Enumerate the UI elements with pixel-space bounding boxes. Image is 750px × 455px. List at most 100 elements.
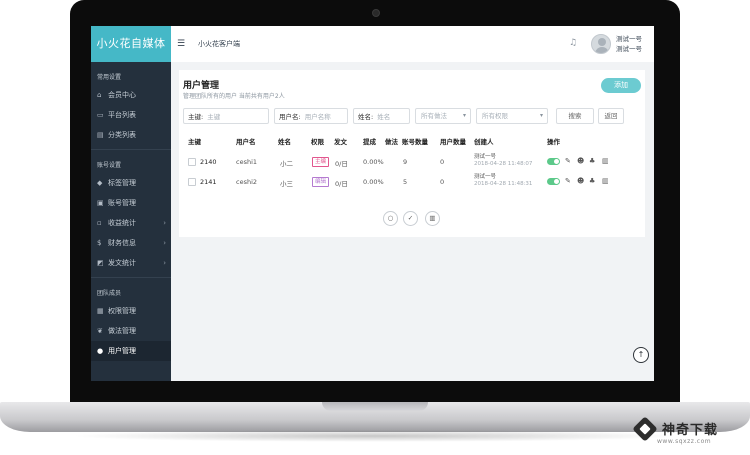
cell-username: ceshi2	[236, 178, 258, 186]
sidebar: 小火花自媒体 常用设置 ⌂ 会员中心 ▭ 平台列表 ▤ 分类列表 账号设置 ◆ …	[91, 26, 171, 381]
chevron-right-icon: ›	[163, 259, 166, 267]
sidebar-item-label: 收益统计	[108, 219, 136, 227]
method-select-value: 所有做法	[421, 112, 447, 120]
cell-id: 2140	[200, 158, 217, 166]
row-checkbox[interactable]	[188, 178, 196, 186]
col-header-account-count: 账号数量	[402, 138, 428, 146]
back-button[interactable]: 返回	[598, 108, 624, 124]
menu-toggle-icon[interactable]: ☰	[177, 39, 185, 49]
status-toggle[interactable]	[547, 178, 560, 185]
group-icon[interactable]: ♣	[589, 157, 595, 165]
cell-username: ceshi1	[236, 158, 258, 166]
bulk-edit-button[interactable]: ✓	[403, 211, 418, 226]
col-header-id: 主键	[188, 138, 201, 146]
name-filter-label: 姓名:	[358, 113, 374, 121]
page-subtitle: 管理团队所有的用户 当前共有用户2人	[183, 93, 285, 100]
sidebar-item-member-center[interactable]: ⌂ 会员中心	[91, 85, 171, 105]
top-bar: ☰ 小火花客户端 ♫ 测试一号 测试一号	[171, 26, 654, 62]
chevron-right-icon: ›	[163, 239, 166, 247]
watermark-logo-icon	[632, 415, 658, 442]
sidebar-item-platform-list[interactable]: ▭ 平台列表	[91, 105, 171, 125]
sidebar-item-label: 会员中心	[108, 91, 136, 99]
sidebar-item-account-manage[interactable]: ▣ 账号管理	[91, 193, 171, 213]
trash-icon[interactable]: ▥	[602, 177, 609, 185]
user-add-icon[interactable]: ☻	[577, 177, 584, 185]
sidebar-item-label: 发文统计	[108, 259, 136, 267]
back-to-top-button[interactable]: ↑	[633, 347, 649, 363]
col-header-creator: 创建人	[474, 138, 494, 146]
camera-dot	[372, 9, 380, 17]
sidebar-item-label: 账号管理	[108, 199, 136, 207]
laptop-mockup: 小火花自媒体 常用设置 ⌂ 会员中心 ▭ 平台列表 ▤ 分类列表 账号设置 ◆ …	[0, 0, 750, 455]
search-button[interactable]: 搜索	[556, 108, 594, 124]
name-filter-placeholder: 姓名	[377, 113, 391, 121]
row-checkbox[interactable]	[188, 158, 196, 166]
laptop-shadow	[70, 430, 680, 442]
user-icon: ●	[97, 347, 104, 355]
briefcase-icon: ▦	[97, 307, 104, 315]
sidebar-item-label: 用户管理	[108, 347, 136, 355]
laptop-notch	[322, 402, 428, 411]
username-filter-label: 用户名:	[279, 113, 301, 121]
key-filter-label: 主键:	[188, 113, 204, 121]
sidebar-section-title: 账号设置	[97, 162, 122, 169]
created-time: 2018-04-28 11:48:31	[474, 181, 533, 187]
role-badge: 主编	[312, 157, 330, 167]
sidebar-item-post-stats[interactable]: ◩ 发文统计 ›	[91, 253, 171, 273]
dollar-icon: $	[97, 239, 102, 247]
cell-creator: 测试一号 2018-04-28 11:48:07	[474, 154, 532, 168]
edit-icon[interactable]: ✎	[565, 157, 571, 165]
sidebar-section-title: 常用设置	[97, 74, 122, 81]
chevron-right-icon: ›	[163, 219, 166, 227]
list-icon: ▤	[97, 131, 104, 139]
permission-select-value: 所有权限	[482, 112, 508, 120]
sidebar-item-income-stats[interactable]: ▫ 收益统计 ›	[91, 213, 171, 233]
caret-down-icon: ▾	[462, 112, 466, 119]
edit-icon[interactable]: ✎	[565, 177, 571, 185]
watermark: 神奇下载	[632, 415, 718, 442]
col-header-name: 姓名	[278, 138, 291, 146]
tag-icon: ◆	[97, 179, 103, 187]
key-filter[interactable]: 主键: 主键	[183, 108, 269, 124]
sidebar-item-user-manage[interactable]: ● 用户管理	[91, 341, 171, 361]
watermark-url: www.sqxzz.com	[657, 438, 712, 445]
sidebar-item-permission-manage[interactable]: ▦ 权限管理	[91, 301, 171, 321]
user-add-icon[interactable]: ☻	[577, 157, 584, 165]
user-info[interactable]: 测试一号 测试一号	[616, 34, 642, 54]
cell-posts: 0/日	[335, 160, 348, 168]
name-filter[interactable]: 姓名: 姓名	[353, 108, 410, 124]
cell-posts: 0/日	[335, 180, 348, 188]
method-select[interactable]: 所有做法 ▾	[415, 108, 471, 124]
chart-icon: ◩	[97, 259, 104, 267]
group-icon[interactable]: ♣	[589, 177, 595, 185]
sidebar-item-label: 标签管理	[108, 179, 136, 187]
user-name: 测试一号	[616, 35, 642, 43]
add-user-button[interactable]: 添加	[601, 78, 641, 93]
cell-id: 2141	[200, 178, 217, 186]
cell-creator: 测试一号 2018-04-28 11:48:31	[474, 174, 532, 188]
permission-select[interactable]: 所有权限 ▾	[476, 108, 548, 124]
sidebar-item-tag-manage[interactable]: ◆ 标签管理	[91, 173, 171, 193]
username-filter[interactable]: 用户名: 用户名称	[274, 108, 348, 124]
bell-icon[interactable]: ♫	[569, 38, 577, 48]
avatar[interactable]	[591, 34, 611, 54]
status-toggle[interactable]	[547, 158, 560, 165]
creator-name: 测试一号	[474, 174, 497, 180]
brand-logo[interactable]: 小火花自媒体	[91, 26, 171, 62]
app-title: 小火花客户端	[198, 40, 240, 48]
cell-user-count: 0	[440, 178, 445, 186]
sidebar-item-label: 做法管理	[108, 327, 136, 335]
page-title: 用户管理	[183, 81, 220, 91]
cell-commission: 0.00%	[363, 158, 384, 166]
user-manage-panel: 用户管理 管理团队所有的用户 当前共有用户2人 添加 主键: 主键 用户名: 用…	[179, 70, 645, 237]
sidebar-item-method-manage[interactable]: ❦ 做法管理	[91, 321, 171, 341]
sidebar-item-category-list[interactable]: ▤ 分类列表	[91, 125, 171, 145]
account-icon: ▣	[97, 199, 104, 207]
select-all-button[interactable]: ○	[383, 211, 398, 226]
bulk-delete-button[interactable]: ▥	[425, 211, 440, 226]
creator-name: 测试一号	[474, 154, 497, 160]
col-header-method: 做法	[385, 138, 398, 146]
col-header-actions: 操作	[547, 138, 560, 146]
trash-icon[interactable]: ▥	[602, 157, 609, 165]
sidebar-item-finance-info[interactable]: $ 财务信息 ›	[91, 233, 171, 253]
